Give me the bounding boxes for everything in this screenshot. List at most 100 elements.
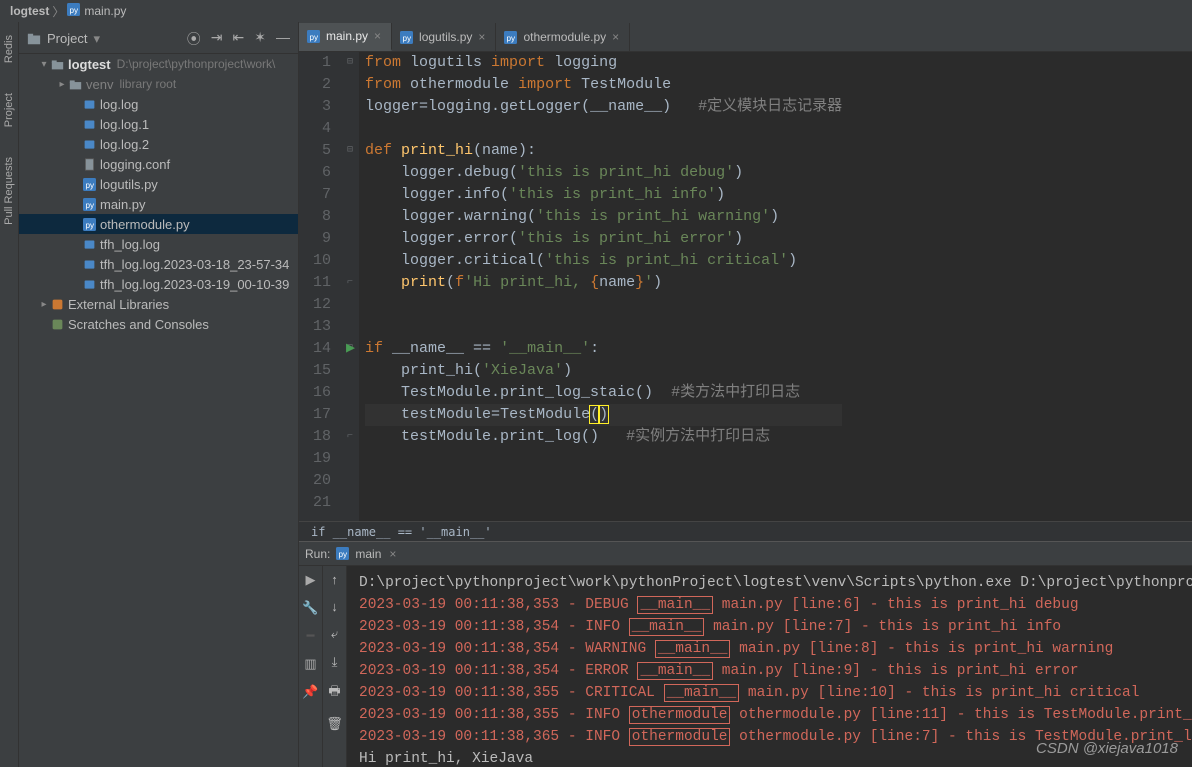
python-file-icon: py [336, 547, 349, 560]
editor-tab[interactable]: py logutils.py × [392, 23, 496, 51]
collapse-all-icon[interactable]: ⇤ [233, 29, 245, 49]
left-tool-rail: Redis Project Pull Requests [0, 22, 19, 767]
code-line[interactable]: logger.info('this is print_hi info') [365, 184, 842, 206]
svg-text:py: py [402, 33, 412, 42]
tree-item[interactable]: log.log [19, 94, 298, 114]
project-tree[interactable]: Project ▾ ⦿ ⇥ ⇤ ✶ — ▾logtestD:\project\p… [19, 22, 299, 767]
tree-item[interactable]: pymain.py [19, 194, 298, 214]
python-file-icon: py [67, 3, 80, 19]
svg-text:py: py [70, 6, 80, 15]
tree-ext-libs[interactable]: ▸External Libraries [19, 294, 298, 314]
watermark-text: CSDN @xiejava1018 [1036, 740, 1178, 757]
console-log-line: 2023-03-19 00:11:38,354 - ERROR __main__… [359, 660, 1180, 682]
tree-root[interactable]: ▾logtestD:\project\pythonproject\work\ [19, 54, 298, 74]
chevron-down-icon[interactable]: ▾ [93, 31, 100, 47]
editor-tab[interactable]: py othermodule.py × [496, 23, 630, 51]
run-config-name[interactable]: main [355, 547, 381, 561]
tree-item[interactable]: log.log.2 [19, 134, 298, 154]
run-header: Run: py main × [299, 542, 1192, 566]
tree-item[interactable]: logging.conf [19, 154, 298, 174]
expand-all-icon[interactable]: ⇥ [211, 29, 223, 49]
print-icon[interactable]: 🖶 [328, 682, 340, 704]
close-icon[interactable]: × [389, 547, 396, 561]
rerun-icon[interactable]: ▶ [306, 572, 316, 588]
tree-item[interactable]: tfh_log.log.2023-03-18_23-57-34 [19, 254, 298, 274]
code-line[interactable] [365, 448, 842, 470]
code-line[interactable]: if __name__ == '__main__': [365, 338, 842, 360]
close-icon[interactable]: × [478, 30, 485, 44]
svg-text:py: py [507, 33, 517, 42]
code-line[interactable]: logger.debug('this is print_hi debug') [365, 162, 842, 184]
code-line[interactable]: print(f'Hi print_hi, {name}') [365, 272, 842, 294]
tree-venv[interactable]: ▸venvlibrary root [19, 74, 298, 94]
editor-tab-bar: py main.py × py logutils.py × py othermodule.py… [299, 22, 1192, 52]
tree-item[interactable]: pyothermodule.py [19, 214, 298, 234]
rail-tab-redis[interactable]: Redis [3, 30, 15, 68]
run-console[interactable]: D:\project\pythonproject\work\pythonProj… [347, 566, 1192, 767]
close-icon[interactable]: × [374, 29, 381, 43]
code-line[interactable]: TestModule.print_log_staic() #类方法中打印日志 [365, 382, 842, 404]
up-icon[interactable]: ↑ [331, 572, 338, 587]
project-header: Project ▾ ⦿ ⇥ ⇤ ✶ — [19, 24, 298, 54]
fold-column[interactable]: ⊟⊟⌐⊟⌐ [341, 52, 359, 521]
code-editor[interactable]: 1234567891011121314▶15161718192021 ⊟⊟⌐⊟⌐… [299, 52, 1192, 521]
tree-item[interactable]: tfh_log.log.2023-03-19_00-10-39 [19, 274, 298, 294]
code-line[interactable]: from logutils import logging [365, 52, 842, 74]
scroll-to-end-icon[interactable]: ⤓ [332, 654, 338, 670]
code-line[interactable] [365, 294, 842, 316]
breadcrumb-project[interactable]: logtest [10, 4, 49, 18]
breadcrumb-file[interactable]: main.py [84, 4, 126, 18]
line-gutter: 1234567891011121314▶15161718192021 [299, 52, 341, 521]
project-header-label: Project [47, 31, 87, 46]
code-line[interactable] [365, 470, 842, 492]
code-line[interactable]: logger=logging.getLogger(__name__) #定义模块… [365, 96, 842, 118]
pin-icon[interactable]: 📌 [302, 684, 318, 700]
tab-label: logutils.py [419, 30, 472, 44]
code-line[interactable]: from othermodule import TestModule [365, 74, 842, 96]
tab-label: main.py [326, 29, 368, 43]
editor-area: py main.py × py logutils.py × py othermodule.py… [299, 22, 1192, 767]
tree-scratches[interactable]: Scratches and Consoles [19, 314, 298, 334]
console-log-line: 2023-03-19 00:11:38,354 - INFO __main__ … [359, 616, 1180, 638]
svg-text:py: py [85, 180, 95, 189]
code-line[interactable]: def print_hi(name): [365, 140, 842, 162]
code-line[interactable]: logger.error('this is print_hi error') [365, 228, 842, 250]
rail-tab-project[interactable]: Project [3, 88, 15, 132]
code-line[interactable] [365, 492, 842, 514]
tree-item[interactable]: tfh_log.log [19, 234, 298, 254]
hide-icon[interactable]: — [276, 29, 290, 49]
svg-text:py: py [85, 200, 95, 209]
softwrap-icon[interactable]: ⤶ [331, 626, 338, 642]
svg-text:py: py [309, 32, 319, 41]
layout-icon[interactable]: ▥ [304, 656, 316, 672]
run-label: Run: [305, 547, 330, 561]
down-icon[interactable]: ↓ [331, 599, 338, 614]
code-line[interactable]: logger.critical('this is print_hi critic… [365, 250, 842, 272]
code-line[interactable]: print_hi('XieJava') [365, 360, 842, 382]
trash-icon[interactable]: 🗑 [326, 716, 343, 732]
editor-tab[interactable]: py main.py × [299, 23, 392, 51]
console-command: D:\project\pythonproject\work\pythonProj… [359, 572, 1180, 594]
run-tool-window: Run: py main × ▶ 🔧 ━ ▥ 📌 ↑ ↓ [299, 541, 1192, 767]
gear-icon[interactable]: ✶ [254, 29, 266, 49]
code-context-line: if __name__ == '__main__' [299, 521, 1192, 541]
run-vertical-toolbar-2: ↑ ↓ ⤶ ⤓ 🖶 🗑 [323, 566, 347, 767]
code-line[interactable]: testModule=TestModule() [365, 404, 842, 426]
code-line[interactable]: testModule.print_log() #实例方法中打印日志 [365, 426, 842, 448]
project-icon [27, 32, 41, 46]
rail-tab-pull-requests[interactable]: Pull Requests [3, 152, 15, 230]
tree-item[interactable]: log.log.1 [19, 114, 298, 134]
close-icon[interactable]: × [612, 30, 619, 44]
divider-icon: ━ [307, 628, 315, 644]
code-line[interactable] [365, 118, 842, 140]
breadcrumb-bar: logtest 〉 py main.py [0, 0, 1192, 22]
locate-icon[interactable]: ⦿ [187, 29, 201, 49]
run-vertical-toolbar-1: ▶ 🔧 ━ ▥ 📌 [299, 566, 323, 767]
wrench-icon[interactable]: 🔧 [302, 600, 318, 616]
tree-item[interactable]: pylogutils.py [19, 174, 298, 194]
console-log-line: 2023-03-19 00:11:38,355 - CRITICAL __mai… [359, 682, 1180, 704]
code-line[interactable] [365, 316, 842, 338]
code-line[interactable]: logger.warning('this is print_hi warning… [365, 206, 842, 228]
tab-label: othermodule.py [523, 30, 606, 44]
svg-text:py: py [85, 220, 95, 229]
